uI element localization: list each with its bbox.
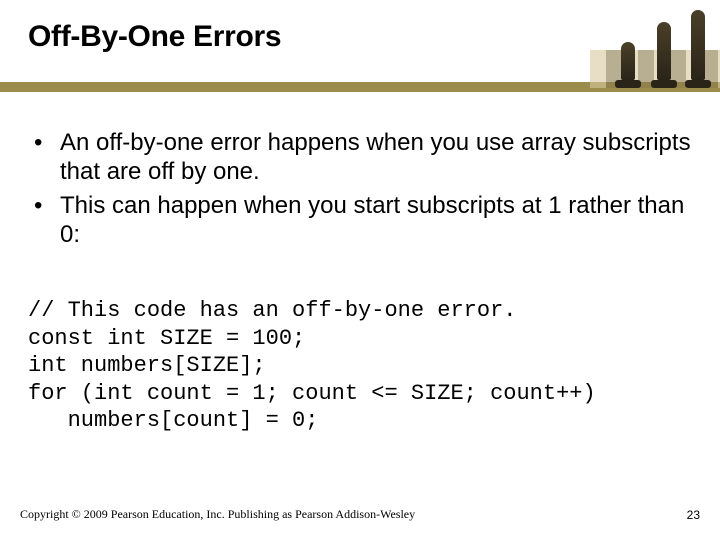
chess-decor [590, 0, 720, 90]
slide-header: Off-By-One Errors [0, 0, 720, 94]
slide-title: Off-By-One Errors [28, 20, 281, 54]
bullet-item: This can happen when you start subscript… [28, 191, 692, 250]
copyright-footer: Copyright © 2009 Pearson Education, Inc.… [20, 507, 415, 522]
slide-body: An off-by-one error happens when you use… [28, 128, 692, 435]
code-block: // This code has an off-by-one error. co… [28, 297, 692, 435]
chess-king-icon [684, 6, 712, 88]
chess-queen-icon [650, 18, 678, 88]
bullet-list: An off-by-one error happens when you use… [28, 128, 692, 249]
chess-pawn-icon [614, 40, 642, 88]
page-number: 23 [687, 508, 700, 522]
bullet-item: An off-by-one error happens when you use… [28, 128, 692, 187]
slide: Off-By-One Errors An off-by-one error ha… [0, 0, 720, 540]
